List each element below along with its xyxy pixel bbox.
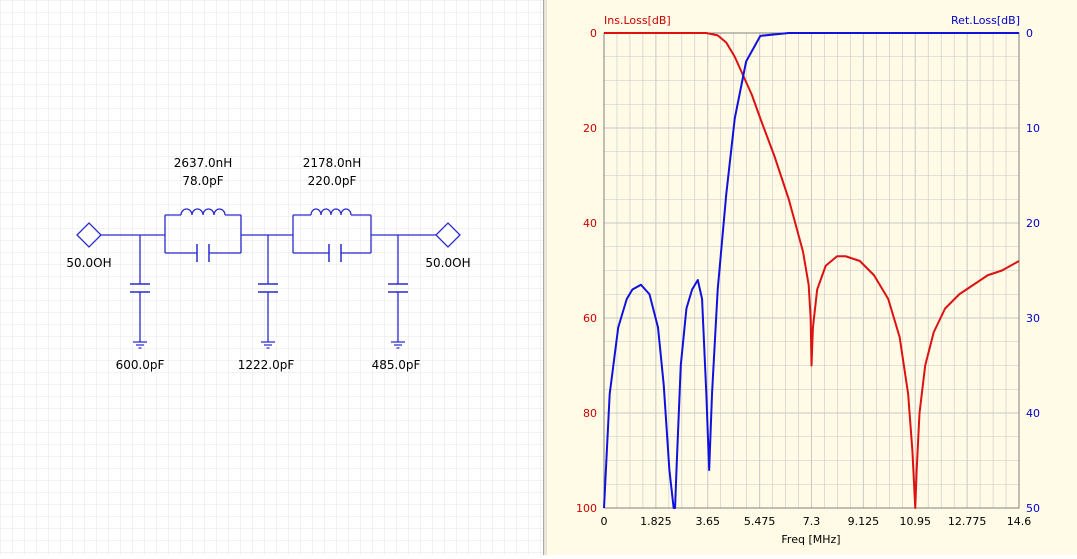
y-right-tick-label: 30 bbox=[1026, 312, 1040, 325]
y-left-tick-label: 40 bbox=[583, 217, 597, 230]
chart-panel[interactable]: Ins.Loss[dB] Ret.Loss[dB] Freq [MHz] 0 1.… bbox=[547, 0, 1077, 555]
y-left-tick-label: 60 bbox=[583, 312, 597, 325]
shunt-3-label: 485.0pF bbox=[372, 358, 421, 372]
port-left-label: 50.0OH bbox=[66, 256, 111, 270]
schematic-grid bbox=[0, 0, 543, 555]
x-tick-label: 1.825 bbox=[640, 515, 672, 528]
y-left-tick-label: 100 bbox=[576, 502, 597, 515]
y-left-tick-label: 0 bbox=[590, 27, 597, 40]
x-tick-label: 10.95 bbox=[900, 515, 932, 528]
x-tick-label: 9.125 bbox=[848, 515, 880, 528]
y-right-axis-title: Ret.Loss[dB] bbox=[951, 14, 1020, 27]
x-axis-title: Freq [MHz] bbox=[781, 533, 840, 546]
y-left-axis-title: Ins.Loss[dB] bbox=[604, 14, 671, 27]
series-1-inductor-label: 2637.0nH bbox=[174, 156, 233, 170]
port-right-label: 50.0OH bbox=[425, 256, 470, 270]
series-2-capacitor-label: 220.0pF bbox=[308, 174, 357, 188]
y-left-tick-label: 80 bbox=[583, 407, 597, 420]
y-right-tick-label: 20 bbox=[1026, 217, 1040, 230]
y-right-tick-label: 40 bbox=[1026, 407, 1040, 420]
x-tick-label: 5.475 bbox=[744, 515, 776, 528]
series-1-capacitor-label: 78.0pF bbox=[182, 174, 223, 188]
response-chart: Ins.Loss[dB] Ret.Loss[dB] Freq [MHz] 0 1.… bbox=[576, 14, 1040, 546]
x-tick-label: 14.6 bbox=[1007, 515, 1032, 528]
shunt-1-label: 600.0pF bbox=[116, 358, 165, 372]
x-tick-label: 3.65 bbox=[696, 515, 721, 528]
x-tick-label: 7.3 bbox=[803, 515, 821, 528]
y-right-tick-label: 50 bbox=[1026, 502, 1040, 515]
y-left-tick-label: 20 bbox=[583, 122, 597, 135]
y-right-tick-label: 10 bbox=[1026, 122, 1040, 135]
y-right-tick-label: 0 bbox=[1026, 27, 1033, 40]
schematic-panel[interactable]: 2637.0nH 78.0pF 2178.0nH 220.0pF 50.0OH … bbox=[0, 0, 543, 555]
schematic-diagram: 2637.0nH 78.0pF 2178.0nH 220.0pF 50.0OH … bbox=[0, 0, 543, 555]
x-tick-label: 12.775 bbox=[948, 515, 987, 528]
x-tick-label: 0 bbox=[601, 515, 608, 528]
shunt-2-label: 1222.0pF bbox=[238, 358, 295, 372]
series-2-inductor-label: 2178.0nH bbox=[303, 156, 362, 170]
